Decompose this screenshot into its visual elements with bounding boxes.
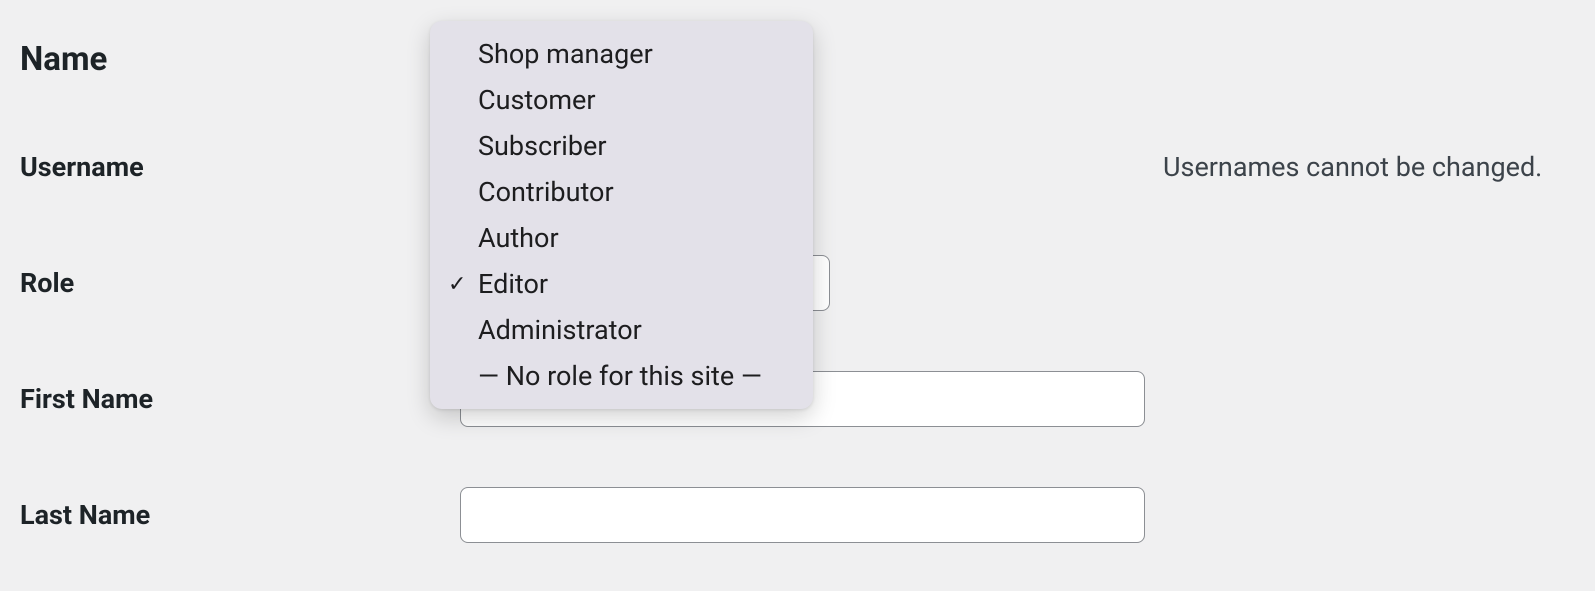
role-label: Role xyxy=(20,267,460,299)
role-option-subscriber[interactable]: Subscriber xyxy=(430,123,813,169)
role-option-editor[interactable]: ✓ Editor xyxy=(430,261,813,307)
role-option-label: Contributor xyxy=(478,176,793,208)
role-option-no-role[interactable]: — No role for this site — xyxy=(430,353,813,399)
role-option-label: Author xyxy=(478,222,793,254)
check-icon: ✓ xyxy=(448,272,478,297)
role-option-label: Subscriber xyxy=(478,130,793,162)
username-label: Username xyxy=(20,151,460,183)
role-option-label: Shop manager xyxy=(478,38,793,70)
username-hint: Usernames cannot be changed. xyxy=(1163,151,1542,183)
role-option-administrator[interactable]: Administrator xyxy=(430,307,813,353)
role-option-customer[interactable]: Customer xyxy=(430,77,813,123)
last-name-row: Last Name xyxy=(20,487,1575,543)
role-option-shop-manager[interactable]: Shop manager xyxy=(430,31,813,77)
role-option-label: Editor xyxy=(478,268,793,300)
role-dropdown[interactable]: Shop manager Customer Subscriber Contrib… xyxy=(430,21,813,409)
role-option-label: Customer xyxy=(478,84,793,116)
role-option-label: — No role for this site — xyxy=(478,360,793,392)
role-option-author[interactable]: Author xyxy=(430,215,813,261)
role-option-label: Administrator xyxy=(478,314,793,346)
role-option-contributor[interactable]: Contributor xyxy=(430,169,813,215)
last-name-label: Last Name xyxy=(20,499,460,531)
last-name-input[interactable] xyxy=(460,487,1145,543)
first-name-label: First Name xyxy=(20,383,460,415)
